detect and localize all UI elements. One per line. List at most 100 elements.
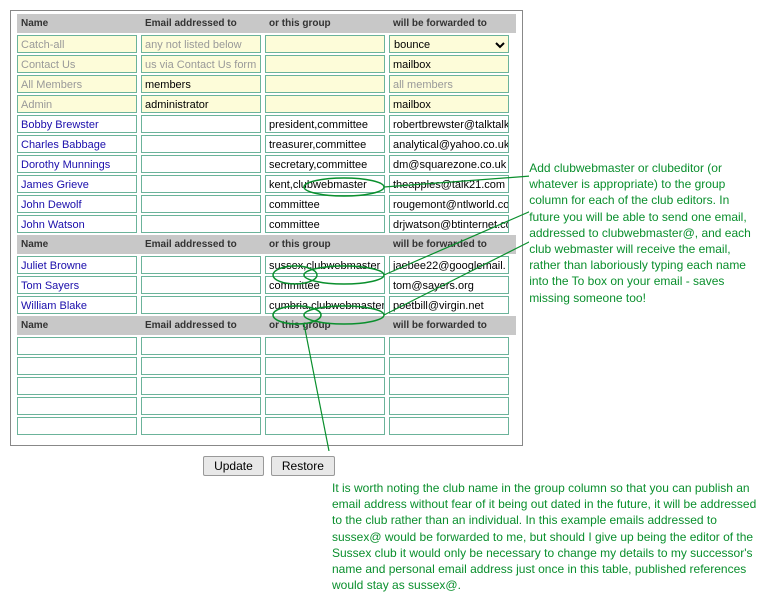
group-field[interactable] [265, 337, 385, 355]
group-field[interactable]: committee [265, 215, 385, 233]
email-field[interactable] [141, 195, 261, 213]
email-field[interactable]: us via Contact Us form [141, 55, 261, 73]
group-field[interactable]: kent,clubwebmaster [265, 175, 385, 193]
table-row: Bobby Brewster president,committeerobertb… [17, 115, 516, 133]
forward-field[interactable]: analytical@yahoo.co.uk [389, 135, 509, 153]
email-field[interactable] [141, 175, 261, 193]
email-field[interactable] [141, 337, 261, 355]
name-field[interactable] [17, 337, 137, 355]
name-field[interactable]: John Watson [17, 215, 137, 233]
name-field[interactable]: Contact Us [17, 55, 137, 73]
email-field[interactable] [141, 296, 261, 314]
forward-field[interactable] [389, 377, 509, 395]
group-field[interactable] [265, 75, 385, 93]
forward-field[interactable]: all members [389, 75, 509, 93]
forward-field[interactable] [389, 397, 509, 415]
email-field[interactable] [141, 135, 261, 153]
table-row: William Blake cumbria,clubwebmasterpoetbi… [17, 296, 516, 314]
group-field[interactable]: sussex,clubwebmaster [265, 256, 385, 274]
name-field[interactable] [17, 377, 137, 395]
table-row: John Watson committeedrjwatson@btinternet… [17, 215, 516, 233]
restore-button[interactable]: Restore [271, 456, 335, 476]
email-field[interactable]: any not listed below [141, 35, 261, 53]
group-field[interactable] [265, 357, 385, 375]
table-row: Adminadministrator mailbox [17, 95, 516, 113]
email-field[interactable]: members [141, 75, 261, 93]
col-forward: will be forwarded to [391, 237, 511, 252]
group-field[interactable]: secretary,committee [265, 155, 385, 173]
table-header: Name Email addressed to or this group wi… [17, 316, 516, 335]
email-field[interactable] [141, 115, 261, 133]
forward-field[interactable] [389, 357, 509, 375]
col-email: Email addressed to [143, 318, 263, 333]
group-field[interactable] [265, 55, 385, 73]
email-field[interactable] [141, 377, 261, 395]
name-field[interactable]: Charles Babbage [17, 135, 137, 153]
forward-field[interactable] [389, 417, 509, 435]
forward-field[interactable] [389, 337, 509, 355]
col-name: Name [19, 237, 139, 252]
name-field[interactable] [17, 357, 137, 375]
forward-field[interactable]: poetbill@virgin.net [389, 296, 509, 314]
table-row [17, 377, 516, 395]
forward-field[interactable]: mailbox [389, 95, 509, 113]
email-field[interactable] [141, 276, 261, 294]
email-field[interactable] [141, 397, 261, 415]
group-field[interactable]: committee [265, 276, 385, 294]
annotation-right: Add clubwebmaster or clubeditor (or what… [529, 10, 757, 306]
update-button[interactable]: Update [203, 456, 264, 476]
group-field[interactable]: treasurer,committee [265, 135, 385, 153]
email-field[interactable] [141, 357, 261, 375]
forward-field[interactable]: drjwatson@btinternet.co [389, 215, 509, 233]
email-forwarding-panel: Name Email addressed to or this group wi… [10, 10, 523, 446]
email-field[interactable] [141, 155, 261, 173]
name-field[interactable]: All Members [17, 75, 137, 93]
forward-select[interactable]: bounce [389, 35, 509, 53]
group-field[interactable]: committee [265, 195, 385, 213]
annotation-bottom: It is worth noting the club name in the … [332, 480, 762, 593]
table-row: Juliet Browne sussex,clubwebmasterjaebee2… [17, 256, 516, 274]
name-field[interactable]: William Blake [17, 296, 137, 314]
col-forward: will be forwarded to [391, 318, 511, 333]
name-field[interactable]: Juliet Browne [17, 256, 137, 274]
name-field[interactable] [17, 417, 137, 435]
col-group: or this group [267, 237, 387, 252]
forward-field[interactable]: tom@sayers.org [389, 276, 509, 294]
email-field[interactable]: administrator [141, 95, 261, 113]
group-field[interactable]: cumbria,clubwebmaster [265, 296, 385, 314]
group-field[interactable] [265, 397, 385, 415]
table-row: Dorothy Munnings secretary,committeedm@sq… [17, 155, 516, 173]
table-row: Catch-allany not listed below bounce [17, 35, 516, 53]
group-field[interactable] [265, 35, 385, 53]
forward-field[interactable]: rougemont@ntlworld.co [389, 195, 509, 213]
group-field[interactable] [265, 417, 385, 435]
group-field[interactable] [265, 95, 385, 113]
name-field[interactable]: Bobby Brewster [17, 115, 137, 133]
email-field[interactable] [141, 215, 261, 233]
email-field[interactable] [141, 256, 261, 274]
forward-field[interactable]: dm@squarezone.co.uk [389, 155, 509, 173]
forward-field[interactable]: mailbox [389, 55, 509, 73]
group-field[interactable]: president,committee [265, 115, 385, 133]
col-name: Name [19, 318, 139, 333]
forward-field[interactable]: robertbrewster@talktalk [389, 115, 509, 133]
col-group: or this group [267, 16, 387, 31]
forward-field[interactable]: jaebee22@googlemail. [389, 256, 509, 274]
col-email: Email addressed to [143, 16, 263, 31]
name-field[interactable]: Tom Sayers [17, 276, 137, 294]
table-row: Charles Babbage treasurer,committeeanalyt… [17, 135, 516, 153]
name-field[interactable]: Admin [17, 95, 137, 113]
name-field[interactable]: Dorothy Munnings [17, 155, 137, 173]
table-row [17, 417, 516, 435]
name-field[interactable] [17, 397, 137, 415]
group-field[interactable] [265, 377, 385, 395]
forward-field[interactable]: theapples@talk21.com [389, 175, 509, 193]
name-field[interactable]: John Dewolf [17, 195, 137, 213]
email-field[interactable] [141, 417, 261, 435]
table-row: Contact Usus via Contact Us form mailbox [17, 55, 516, 73]
col-forward: will be forwarded to [391, 16, 511, 31]
name-field[interactable]: James Grieve [17, 175, 137, 193]
table-row: Tom Sayers committeetom@sayers.org [17, 276, 516, 294]
col-group: or this group [267, 318, 387, 333]
name-field[interactable]: Catch-all [17, 35, 137, 53]
